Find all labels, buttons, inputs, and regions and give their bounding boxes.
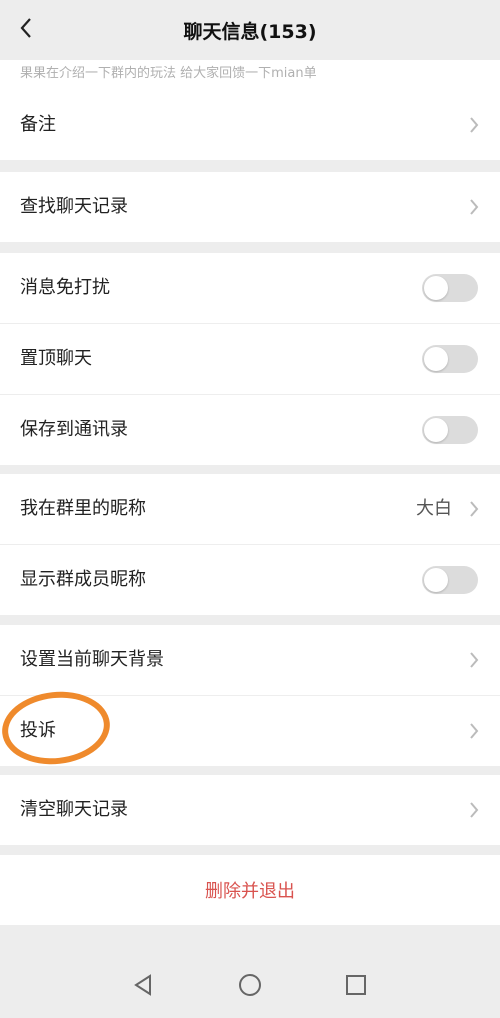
search-history-row[interactable]: 查找聊天记录 [0,172,500,242]
save-contacts-toggle[interactable] [422,416,478,444]
save-contacts-label: 保存到通讯录 [20,419,128,440]
recents-square-icon[interactable] [343,972,369,998]
show-nicknames-toggle[interactable] [422,566,478,594]
toggle-knob [424,347,448,371]
toggle-knob [424,418,448,442]
my-nickname-value: 大白 [416,498,452,519]
pin-toggle[interactable] [422,345,478,373]
chevron-right-icon [470,802,479,818]
chevron-right-icon [470,501,479,517]
delete-exit-button[interactable]: 删除并退出 [0,855,500,925]
home-circle-icon[interactable] [237,972,263,998]
toggle-knob [424,276,448,300]
search-history-label: 查找聊天记录 [20,196,128,217]
chevron-right-icon [470,199,479,215]
save-contacts-row: 保存到通讯录 [0,395,500,465]
show-nicknames-row: 显示群成员昵称 [0,545,500,615]
my-nickname-label: 我在群里的昵称 [20,498,146,519]
clear-history-row[interactable]: 清空聊天记录 [0,775,500,845]
page-title: 聊天信息(153) [183,20,317,43]
announcement-preview[interactable]: 果果在介绍一下群内的玩法 给大家回馈一下mian单 [0,60,500,90]
mute-toggle[interactable] [422,274,478,302]
mute-row: 消息免打扰 [0,253,500,323]
show-nicknames-label: 显示群成员昵称 [20,569,146,590]
remark-label: 备注 [20,114,56,135]
clear-history-label: 清空聊天记录 [20,799,128,820]
pin-label: 置顶聊天 [20,348,92,369]
remark-row[interactable]: 备注 [0,90,500,160]
delete-exit-label: 删除并退出 [205,881,295,902]
toggle-knob [424,568,448,592]
chevron-right-icon [470,117,479,133]
back-triangle-icon[interactable] [130,972,156,998]
top-bar: 聊天信息(153) [0,0,500,60]
pin-row: 置顶聊天 [0,324,500,394]
chevron-right-icon [470,723,479,739]
chevron-right-icon [470,652,479,668]
announcement-text: 果果在介绍一下群内的玩法 给大家回馈一下mian单 [20,66,317,81]
mute-label: 消息免打扰 [20,277,110,298]
chat-background-label: 设置当前聊天背景 [20,649,164,670]
system-nav-bar [0,950,500,1018]
chat-background-row[interactable]: 设置当前聊天背景 [0,625,500,695]
my-nickname-row[interactable]: 我在群里的昵称 大白 [0,474,500,544]
